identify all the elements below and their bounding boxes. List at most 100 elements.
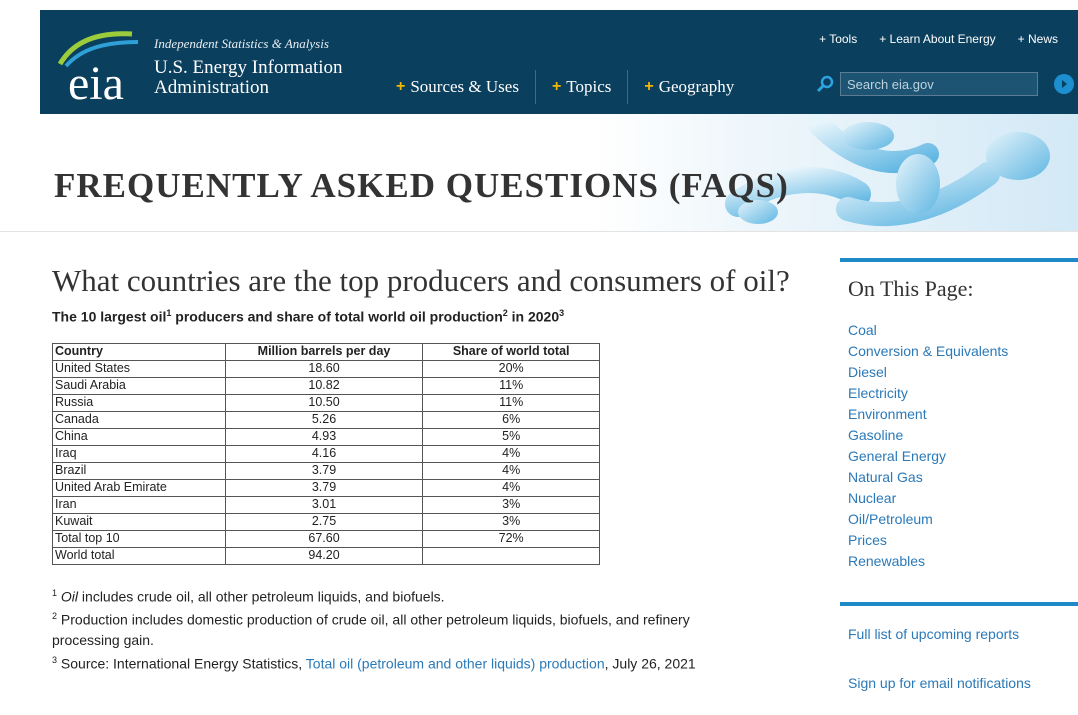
search-bar [816,72,1074,96]
footnote-number: 1 [52,587,58,598]
footnote-text: includes crude oil, all other petroleum … [78,588,445,605]
table-row: Canada 5.26 6% [52,410,600,429]
sidebar-item-renewables[interactable]: Renewables [848,551,1078,572]
table-row: Saudi Arabia 10.82 11% [52,376,600,395]
nav-learn-about-energy[interactable]: + Learn About Energy [879,32,995,46]
sidebar-item-gasoline[interactable]: Gasoline [848,425,1078,446]
sidebar-item-environment[interactable]: Environment [848,404,1078,425]
share-cell: 4% [422,461,600,480]
share-cell [422,546,600,565]
eia-logo[interactable]: eia [52,28,144,108]
footnote-text: Source: International Energy Statistics, [57,655,306,672]
sidebar: On This Page: Coal Conversion & Equivalen… [840,258,1078,691]
email-signup-link[interactable]: Sign up for email notifications [848,675,1031,691]
share-cell: 11% [422,376,600,395]
country-cell: Brazil [52,461,226,480]
source-link[interactable]: Total oil (petroleum and other liquids) … [306,656,605,672]
footnotes: 1 Oil includes crude oil, all other petr… [52,583,752,674]
share-cell: 4% [422,444,600,463]
caption-text: The 10 largest oil [52,308,167,325]
sidebar-item-prices[interactable]: Prices [848,530,1078,551]
search-submit-button[interactable] [1054,74,1074,94]
country-cell: World total [52,546,226,565]
barrels-cell: 10.82 [224,376,424,395]
country-cell: United States [52,359,226,378]
country-cell: Saudi Arabia [52,376,226,395]
country-cell: Canada [52,410,226,429]
on-this-page-list: Coal Conversion & Equivalents Diesel Electr… [848,320,1078,572]
table-row: Russia 10.50 11% [52,393,600,412]
nav-sources-uses[interactable]: + Sources & Uses [380,70,535,104]
top-nav: + Tools + Learn About Energy + News [819,32,1058,46]
footnote-term: Oil [60,588,79,605]
plus-icon: + [644,78,654,95]
table-caption: The 10 largest oil1 producers and share … [52,308,812,325]
table-header-row: Country Million barrels per day Share of… [52,342,600,361]
footnote-2: 2 Production includes domestic productio… [52,606,752,650]
search-icon [816,75,834,93]
share-cell: 3% [422,512,600,531]
footnote-1: 1 Oil includes crude oil, all other petr… [52,583,752,607]
question-heading: What countries are the top producers and… [52,263,790,298]
main-content: What countries are the top producers and… [52,262,812,674]
nav-label: Topics [566,77,612,96]
share-cell: 20% [422,359,600,378]
barrels-cell: 4.93 [224,427,424,446]
sidebar-item-coal[interactable]: Coal [848,320,1078,341]
country-cell: Total top 10 [52,529,226,548]
page-title: FREQUENTLY ASKED QUESTIONS (FAQS) [54,166,789,205]
barrels-cell: 3.01 [224,495,424,514]
table-row: World total 94.20 [52,546,600,565]
agency-line-1: U.S. Energy Information [154,57,343,78]
tagline: Independent Statistics & Analysis [154,36,329,51]
nav-news[interactable]: + News [1018,32,1058,46]
country-cell: United Arab Emirate [52,478,226,497]
barrels-cell: 3.79 [224,461,424,480]
sidebar-item-oil-petroleum[interactable]: Oil/Petroleum [848,509,1078,530]
table-row: United Arab Emirate 3.79 4% [52,478,600,497]
caption-text: in 2020 [507,308,560,325]
footnote-3: 3 Source: International Energy Statistic… [52,650,752,674]
table-row: United States 18.60 20% [52,359,600,378]
table-row: China 4.93 5% [52,427,600,446]
country-cell: Iran [52,495,226,514]
nav-geography[interactable]: + Geography [627,70,750,104]
caption-footnote-ref: 3 [559,308,565,318]
site-header: eia Independent Statistics & Analysis U.… [40,10,1078,114]
country-cell: Iraq [52,444,226,463]
share-cell: 72% [422,529,600,548]
sidebar-item-nuclear[interactable]: Nuclear [848,488,1078,509]
nav-label: Geography [658,77,735,96]
country-cell: Russia [52,393,226,412]
sidebar-item-natural-gas[interactable]: Natural Gas [848,467,1078,488]
sidebar-item-diesel[interactable]: Diesel [848,362,1078,383]
arrow-right-icon [1062,80,1067,88]
agency-name[interactable]: Independent Statistics & Analysis U.S. E… [154,36,343,98]
plus-icon: + [396,78,406,95]
table-row: Brazil 3.79 4% [52,461,600,480]
main-nav: + Sources & Uses + Topics + Geography [380,70,750,104]
barrels-cell: 4.16 [224,444,424,463]
table-row: Iran 3.01 3% [52,495,600,514]
footnote-text: , July 26, 2021 [604,655,696,672]
search-input[interactable] [840,72,1038,96]
table-body: United States 18.60 20% Saudi Arabia 10.82 11… [52,359,600,565]
barrels-cell: 10.50 [224,393,424,412]
share-cell: 4% [422,478,600,497]
barrels-cell: 5.26 [224,410,424,429]
nav-topics[interactable]: + Topics [534,70,627,104]
oil-producers-table: Country Million barrels per day Share of… [52,342,600,565]
upcoming-reports-link[interactable]: Full list of upcoming reports [848,626,1019,642]
footnote-text: Production includes domestic production … [52,611,690,648]
country-cell: China [52,427,226,446]
sidebar-item-electricity[interactable]: Electricity [848,383,1078,404]
table-row: Kuwait 2.75 3% [52,512,600,531]
sidebar-title: On This Page: [848,276,974,301]
logo-text: eia [68,57,124,110]
table-row: Iraq 4.16 4% [52,444,600,463]
sidebar-item-general-energy[interactable]: General Energy [848,446,1078,467]
nav-tools[interactable]: + Tools [819,32,857,46]
sidebar-item-conversion-equivalents[interactable]: Conversion & Equivalents [848,341,1078,362]
caption-text: producers and share of total world oil p… [171,308,503,325]
column-header-country: Country [52,342,226,361]
